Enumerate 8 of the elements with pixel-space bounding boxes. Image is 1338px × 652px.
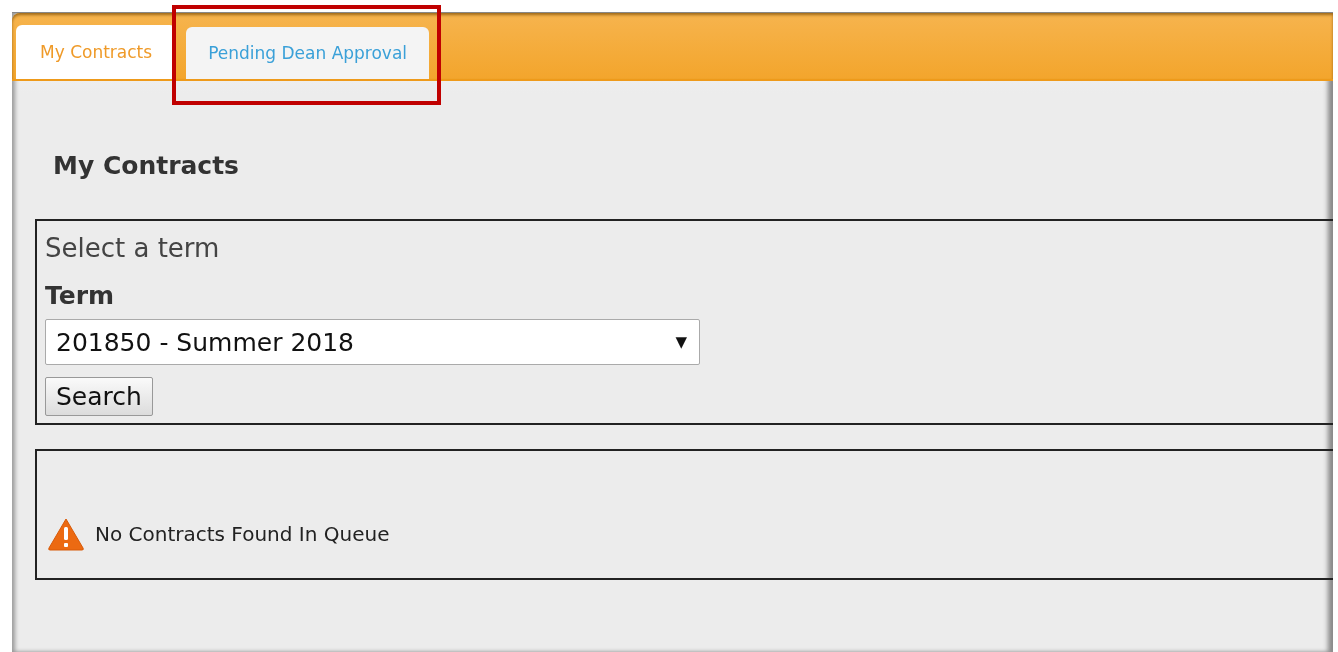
empty-queue-message: No Contracts Found In Queue bbox=[95, 521, 390, 546]
term-dropdown[interactable]: 201850 - Summer 2018 ▼ bbox=[45, 319, 700, 365]
warning-icon bbox=[47, 516, 85, 551]
dropdown-arrow-icon: ▼ bbox=[675, 333, 687, 351]
field-label: Term bbox=[45, 280, 116, 312]
page-heading: My Contracts bbox=[52, 150, 240, 182]
search-button[interactable]: Search bbox=[45, 377, 153, 416]
section-legend: Select a term bbox=[45, 231, 1325, 265]
